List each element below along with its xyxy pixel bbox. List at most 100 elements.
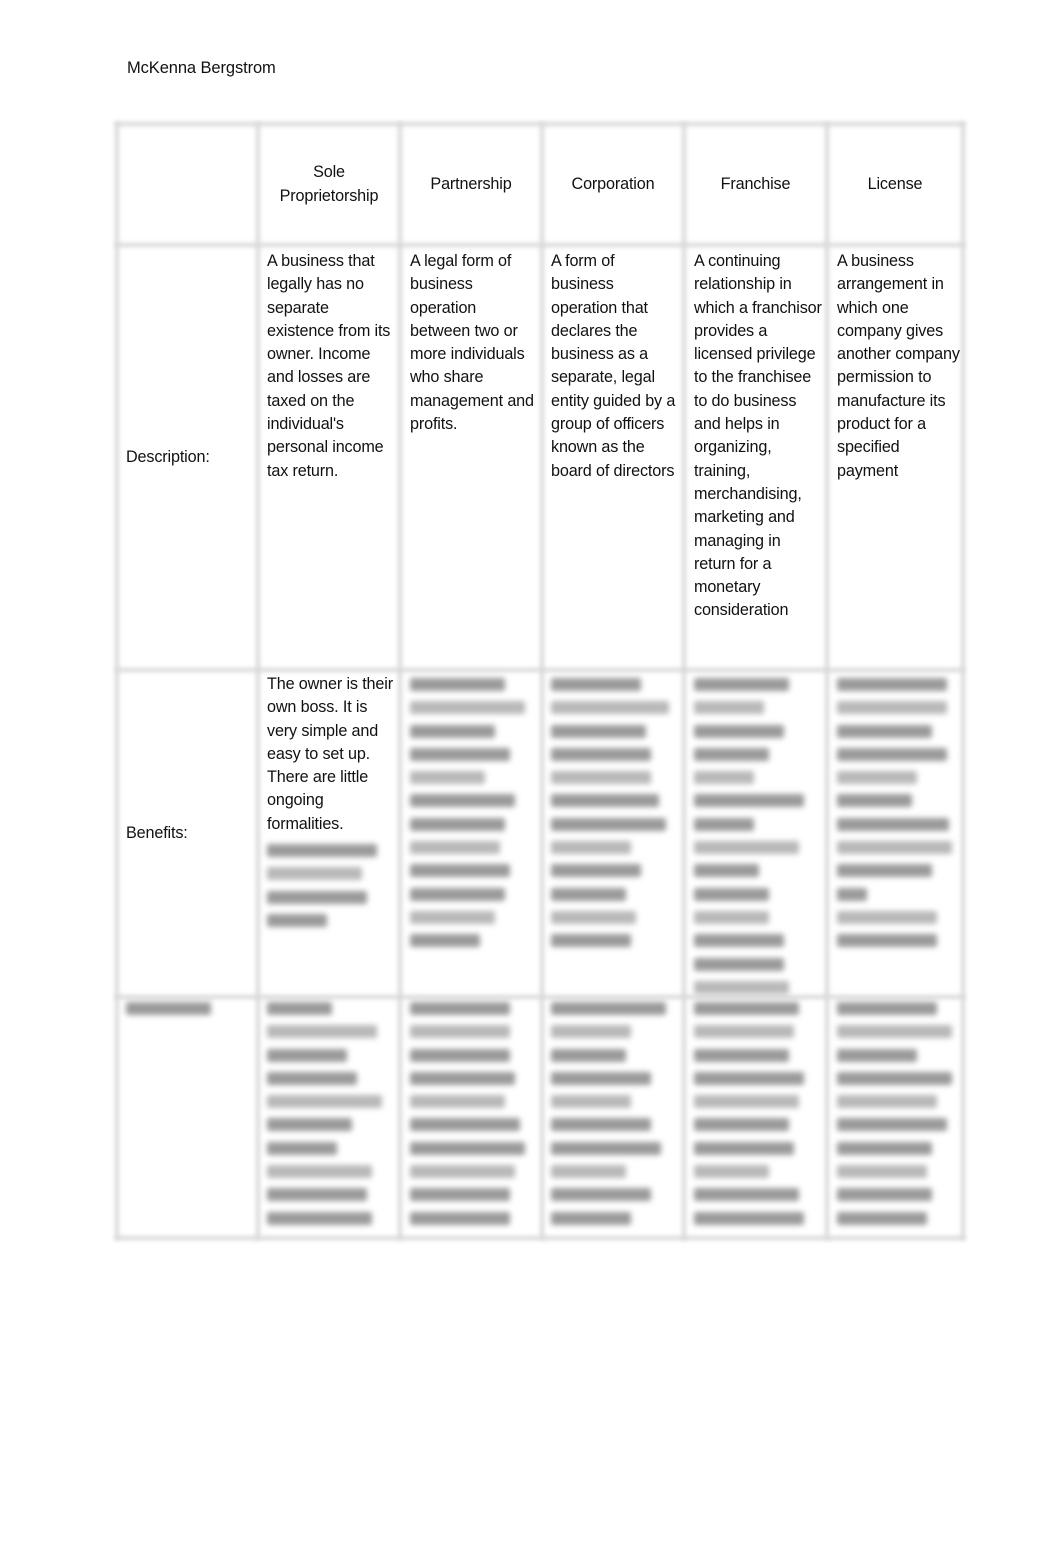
blurred-text-line [410,1002,510,1015]
blurred-text-line [551,841,631,855]
blurred-text-line [410,701,525,715]
blurred-text-line [694,841,799,855]
blurred-text-line [837,1095,937,1109]
benefits-license-blurred [837,678,952,958]
blurred-text-line [267,890,367,904]
blurred-text-line [694,678,789,691]
blurred-text-line [551,1211,631,1225]
blurred-text-line [694,1095,799,1109]
header-sole-line1: Sole [313,163,345,182]
row-label-benefits: Benefits: [126,823,188,842]
blurred-text-line [551,817,666,831]
blurred-text-line [837,1188,932,1202]
benefits-partnership-blurred [410,678,525,958]
blurred-text-line [837,678,947,691]
business-forms-table: Sole Proprietorship Partnership Corporati… [115,122,965,1240]
blurred-text-line [410,1141,525,1155]
blurred-text-line [267,1188,367,1202]
column-divider [540,122,544,1240]
blurred-text-line [694,1211,804,1225]
blurred-text-line [410,724,495,738]
blurred-text-line [410,1025,510,1039]
blurred-text-line [837,1118,947,1132]
blurred-text-line [694,747,769,761]
blurred-text-line [410,910,495,924]
blurred-text-line [837,817,949,831]
drawbacks-license-blurred [837,1002,952,1235]
blurred-text-line [694,1071,804,1085]
blurred-text-line [410,1095,505,1109]
blurred-text-line [551,1048,626,1062]
column-divider [825,122,829,1240]
author-name: McKenna Bergstrom [127,59,276,77]
blurred-text-line [551,887,626,901]
blurred-text-line [410,817,505,831]
row-label-description: Description: [126,447,210,466]
description-sole-proprietorship: A business that legally has no separate … [267,252,391,480]
blurred-text-line [551,1002,666,1015]
blurred-text-line [837,1211,927,1225]
header-partnership: Partnership [430,174,512,193]
column-divider [398,122,402,1240]
column-divider [682,122,686,1240]
blurred-text-line [410,887,505,901]
blurred-text-line [551,724,646,738]
blurred-text-line [694,1165,769,1179]
blurred-text-line [837,887,867,901]
header-license: License [867,174,923,193]
blurred-text-line [410,1071,515,1085]
blurred-text-line [694,1048,789,1062]
blurred-text-line [694,1002,799,1015]
blurred-text-line [837,771,917,785]
blurred-text-line [694,957,784,971]
blurred-text-line [267,1118,352,1132]
blurred-text-line [551,1071,651,1085]
blurred-text-line [694,1188,799,1202]
benefits-corporation-blurred [551,678,669,958]
blurred-text-line [267,1002,332,1015]
blurred-text-line [551,1025,631,1039]
blurred-text-line [837,1071,952,1085]
blurred-text-line [694,1025,794,1039]
benefits-sole-proprietorship-blurred [267,844,377,937]
row-divider [115,995,965,999]
table-border-left [115,122,119,1240]
blurred-text-line [267,1071,357,1085]
blurred-text-line [267,1095,382,1109]
row-label-drawbacks-blurred [126,1002,211,1025]
column-divider [256,122,260,1240]
blurred-text-line [551,678,641,691]
blurred-text-line [267,867,362,881]
blurred-text-line [837,747,947,761]
blurred-text-line [410,771,485,785]
blurred-text-line [410,747,510,761]
blurred-text-line [837,794,912,808]
blurred-text-line [410,1211,510,1225]
header-sole-proprietorship: Sole Proprietorship [260,126,398,243]
description-corporation: A form of business operation that declar… [551,252,676,480]
blurred-text-line [694,864,759,878]
benefits-sole-proprietorship: The owner is their own boss. It is very … [267,675,393,833]
blurred-text-line [267,1165,372,1179]
blurred-text-line [410,794,515,808]
blurred-text-line [267,1211,372,1225]
blurred-text-line [551,934,631,948]
blurred-text-line [694,910,769,924]
blurred-text-line [551,864,641,878]
description-license: A business arrangement in which one comp… [837,252,960,480]
table-border-right [961,122,965,1240]
blurred-text-line [837,864,932,878]
blurred-text-line [410,1048,510,1062]
blurred-text-line [837,1002,937,1015]
blurred-text-line [267,1025,377,1039]
blurred-text-line [410,934,480,948]
header-sole-line2: Proprietorship [279,186,379,205]
blurred-text-line [694,724,784,738]
description-partnership: A legal form of business operation betwe… [410,252,534,434]
drawbacks-corporation-blurred [551,1002,666,1235]
blurred-text-line [410,1188,510,1202]
blurred-text-line [551,910,636,924]
blurred-text-line [551,1141,661,1155]
blurred-text-line [837,841,952,855]
blurred-text-line [837,701,947,715]
